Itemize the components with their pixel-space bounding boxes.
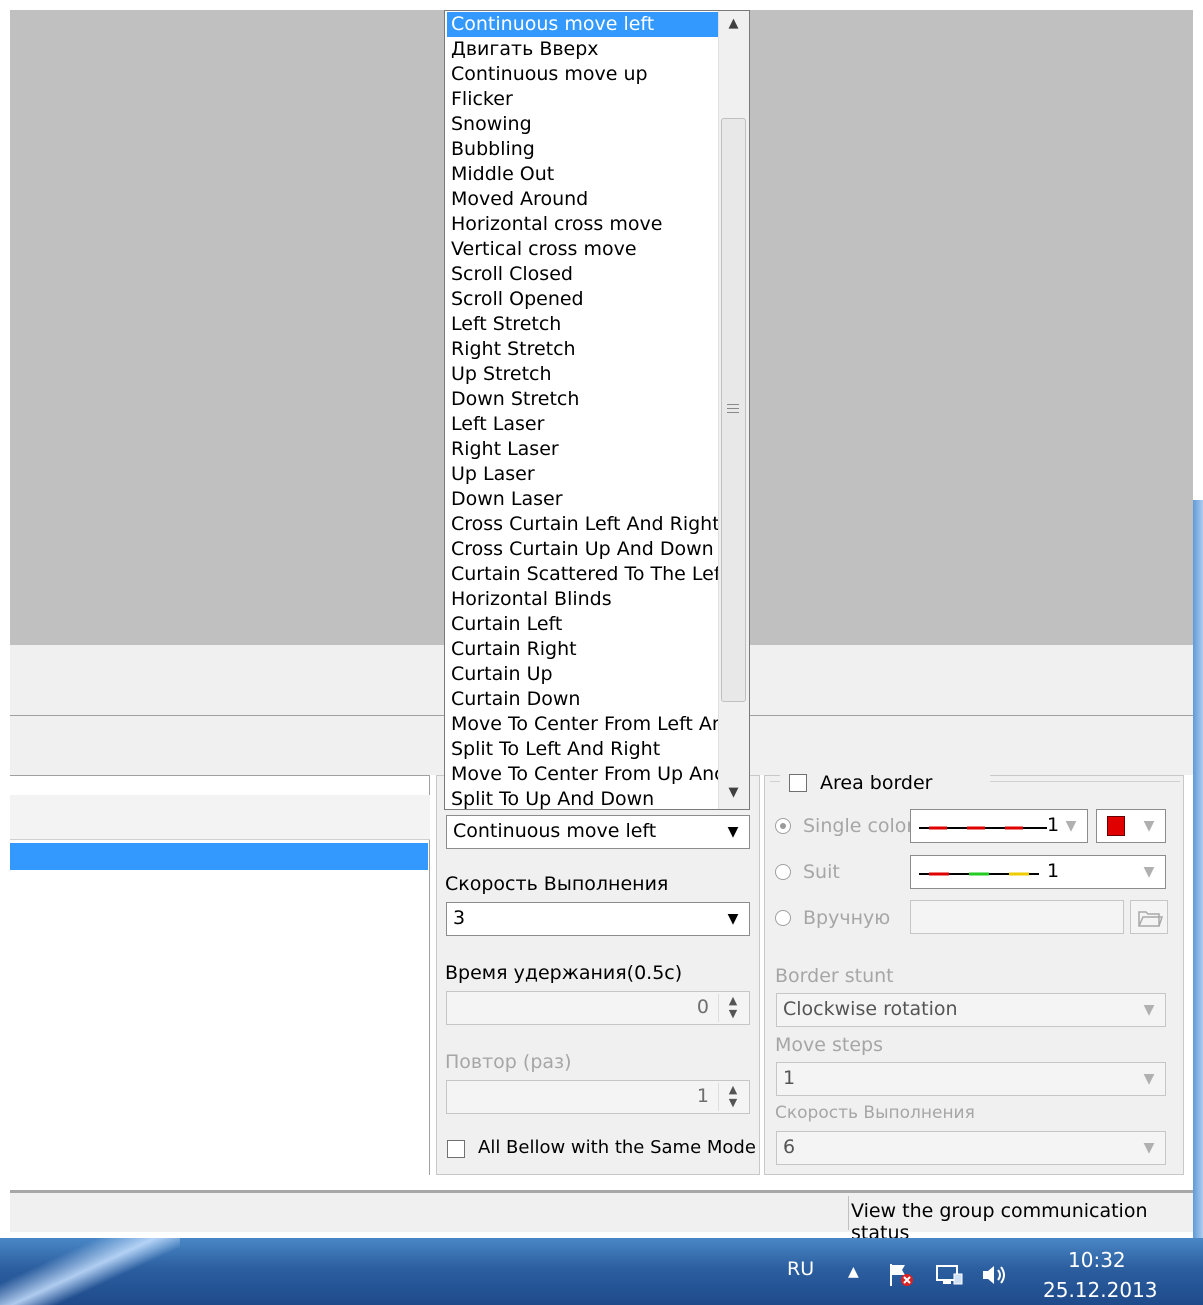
show-hidden-icons-icon[interactable]: ▲: [848, 1264, 859, 1280]
manual-radio[interactable]: [775, 910, 791, 926]
move-steps-label: Move steps: [775, 1034, 883, 1056]
repeat-label: Повтор (раз): [445, 1051, 572, 1073]
chevron-down-icon[interactable]: ▼: [1135, 1065, 1163, 1093]
color-picker-combo[interactable]: ▼: [1096, 809, 1166, 843]
effect-combo-value: Continuous move left: [453, 820, 657, 842]
border-stunt-value: Clockwise rotation: [783, 998, 958, 1020]
dropdown-option[interactable]: Split To Left And Right: [447, 737, 721, 762]
open-folder-button[interactable]: [1130, 900, 1168, 934]
border-speed-combo[interactable]: 6 ▼: [776, 1131, 1166, 1165]
color-swatch: [1107, 816, 1125, 836]
dropdown-option[interactable]: Middle Out: [447, 162, 721, 187]
move-steps-value: 1: [783, 1067, 796, 1089]
hold-time-value: 0: [696, 996, 709, 1018]
single-color-line-combo[interactable]: 1 ▼: [910, 809, 1088, 843]
border-speed-label: Скорость Выполнения: [775, 1103, 975, 1123]
action-center-flag-icon[interactable]: [887, 1262, 917, 1288]
chevron-down-icon[interactable]: ▼: [1135, 1134, 1163, 1162]
program-list-selected-row[interactable]: [10, 843, 428, 870]
dropdown-option[interactable]: Cross Curtain Left And Right: [447, 512, 721, 537]
start-button[interactable]: [0, 1238, 180, 1305]
dropdown-option[interactable]: Down Laser: [447, 487, 721, 512]
dropdown-option[interactable]: Flicker: [447, 87, 721, 112]
dropdown-option[interactable]: Left Stretch: [447, 312, 721, 337]
spinner-arrows-icon[interactable]: ▲ ▼: [718, 994, 747, 1022]
dropdown-option[interactable]: Right Stretch: [447, 337, 721, 362]
scroll-down-icon[interactable]: ▼: [718, 785, 749, 800]
chevron-down-icon[interactable]: ▼: [719, 818, 747, 846]
repeat-spinner[interactable]: 1 ▲ ▼: [446, 1080, 750, 1114]
dropdown-option[interactable]: Snowing: [447, 112, 721, 137]
clock-date[interactable]: 25.12.2013: [1043, 1278, 1158, 1302]
dropdown-option[interactable]: Horizontal cross move: [447, 212, 721, 237]
language-indicator[interactable]: RU: [787, 1258, 814, 1280]
dropdown-option[interactable]: Continuous move up: [447, 62, 721, 87]
suit-label: Suit: [803, 861, 840, 883]
speed-label: Скорость Выполнения: [445, 873, 669, 895]
dropdown-option[interactable]: Up Stretch: [447, 362, 721, 387]
suit-value: 1: [1047, 860, 1060, 882]
multicolor-line-icon: [919, 872, 1039, 876]
grip-icon: [727, 402, 739, 414]
border-stunt-label: Border stunt: [775, 965, 894, 987]
scroll-up-icon[interactable]: ▲: [718, 16, 749, 31]
dropdown-option[interactable]: Bubbling: [447, 137, 721, 162]
hold-time-spinner[interactable]: 0 ▲ ▼: [446, 991, 750, 1025]
dropdown-option[interactable]: Moved Around: [447, 187, 721, 212]
chevron-down-icon[interactable]: ▼: [719, 905, 747, 933]
dropdown-option[interactable]: Scroll Closed: [447, 262, 721, 287]
border-speed-value: 6: [783, 1136, 796, 1158]
dropdown-option[interactable]: Left Laser: [447, 412, 721, 437]
dropdown-option[interactable]: Right Laser: [447, 437, 721, 462]
effect-combo[interactable]: Continuous move left ▼: [446, 815, 750, 849]
dropdown-option[interactable]: Scroll Opened: [447, 287, 721, 312]
border-stunt-combo[interactable]: Clockwise rotation ▼: [776, 993, 1166, 1027]
dropdown-option[interactable]: Curtain Left: [447, 612, 721, 637]
windows-taskbar: [0, 1238, 1203, 1305]
hold-time-label: Время удержания(0.5с): [445, 962, 683, 984]
dropdown-option[interactable]: Cross Curtain Up And Down: [447, 537, 721, 562]
chevron-down-icon[interactable]: ▼: [1135, 858, 1163, 886]
dropdown-option[interactable]: Curtain Right: [447, 637, 721, 662]
spinner-arrows-icon[interactable]: ▲ ▼: [718, 1083, 747, 1111]
speed-combo-value: 3: [453, 907, 466, 929]
manual-path-field[interactable]: [910, 900, 1124, 934]
chevron-down-icon[interactable]: ▼: [1135, 996, 1163, 1024]
status-separator: [848, 1196, 849, 1230]
network-icon[interactable]: [934, 1262, 964, 1288]
single-color-label: Single color: [803, 815, 915, 837]
repeat-value: 1: [696, 1085, 709, 1107]
clock-time[interactable]: 10:32: [1068, 1248, 1126, 1272]
speed-combo[interactable]: 3 ▼: [446, 902, 750, 936]
dropdown-option[interactable]: Horizontal Blinds: [447, 587, 721, 612]
same-mode-checkbox[interactable]: [447, 1140, 465, 1158]
dropdown-option[interactable]: Curtain Down: [447, 687, 721, 712]
chevron-down-icon[interactable]: ▼: [1057, 812, 1085, 840]
suit-line-combo[interactable]: 1 ▼: [910, 855, 1166, 889]
dropdown-option[interactable]: Двигать Вверх: [447, 37, 721, 62]
line-style-icon: [919, 826, 1047, 830]
single-color-radio[interactable]: [775, 818, 791, 834]
suit-radio[interactable]: [775, 864, 791, 880]
same-mode-label: All Bellow with the Same Mode: [478, 1137, 756, 1158]
dropdown-option[interactable]: Up Laser: [447, 462, 721, 487]
dropdown-option[interactable]: Continuous move left: [447, 12, 721, 37]
dropdown-option[interactable]: Curtain Scattered To The Lef: [447, 562, 721, 587]
program-list-header: [10, 795, 430, 840]
volume-icon[interactable]: [980, 1262, 1010, 1288]
chevron-down-icon[interactable]: ▼: [1135, 812, 1163, 840]
effect-dropdown-list[interactable]: Continuous move left Двигать Вверх Continu…: [444, 10, 750, 810]
area-border-title: Area border: [820, 772, 933, 794]
dropdown-option[interactable]: Vertical cross move: [447, 237, 721, 262]
dropdown-option[interactable]: Split To Up And Down: [447, 787, 721, 809]
manual-label: Вручную: [803, 907, 891, 929]
desktop-edge: [1193, 500, 1203, 1240]
dropdown-option[interactable]: Down Stretch: [447, 387, 721, 412]
dropdown-option[interactable]: Move To Center From Up Anc: [447, 762, 721, 787]
move-steps-combo[interactable]: 1 ▼: [776, 1062, 1166, 1096]
area-border-checkbox[interactable]: [789, 774, 807, 792]
folder-open-icon: [1138, 911, 1163, 927]
dropdown-option[interactable]: Move To Center From Left Ar: [447, 712, 721, 737]
dropdown-option[interactable]: Curtain Up: [447, 662, 721, 687]
